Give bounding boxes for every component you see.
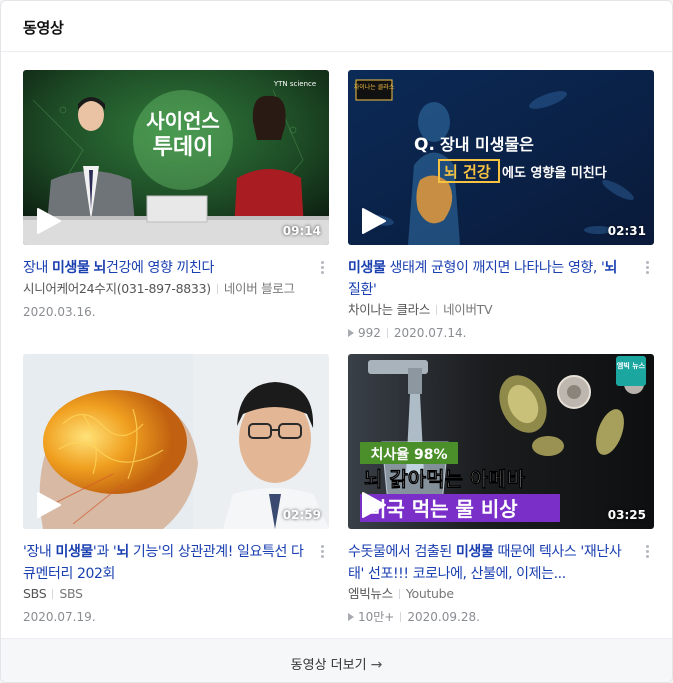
title-text: 생태계 균형이 깨지면 나타나는 영향, ' <box>385 260 605 276</box>
video-duration: 02:59 <box>282 508 321 522</box>
thumb-title-2: 투데이 <box>153 135 214 160</box>
title-text: 건강에 영향 끼친다 <box>106 260 214 276</box>
thumbnail-image <box>23 354 329 529</box>
thumb-title-1: 사이언스 <box>146 109 220 133</box>
thumb-rate: 치사율 98% <box>370 446 447 463</box>
section-title: 동영상 <box>23 19 64 37</box>
video-thumbnail[interactable]: 02:59 <box>23 354 329 529</box>
views-icon <box>348 329 354 337</box>
platform-name: 네이버 블로그 <box>223 281 295 296</box>
video-duration: 02:31 <box>607 224 646 238</box>
thumb-line-2: 에도 영향을 미친다 <box>502 165 607 181</box>
title-text: '장내 <box>23 544 56 560</box>
title-text: '과 ' <box>92 544 117 560</box>
uploader-name[interactable]: SBS <box>23 586 47 601</box>
video-meta: SBS SBS <box>23 584 83 604</box>
meta-divider <box>398 589 400 599</box>
play-icon <box>37 492 61 518</box>
thumb-badge: 차이나는 클라스 <box>354 83 395 91</box>
title-highlight: 뇌 <box>604 260 617 276</box>
video-stats: 10만+ 2020.09.28. <box>348 607 480 627</box>
view-count: 992 <box>358 326 381 340</box>
meta-divider <box>400 612 402 622</box>
video-date: 2020.09.28. <box>407 610 480 624</box>
play-icon <box>362 492 386 518</box>
title-text: 장내 <box>23 260 53 276</box>
video-date: 2020.07.19. <box>23 610 96 624</box>
title-highlight: 뇌 <box>116 544 129 560</box>
platform-name: Youtube <box>405 586 454 601</box>
platform-name: 네이버TV <box>443 302 493 317</box>
meta-divider <box>216 284 218 294</box>
video-thumbnail[interactable]: 차이나는 클라스 Q. 장내 미생물은 뇌 건강 에도 영향을 미친다 02:3… <box>348 70 654 245</box>
view-count: 10만+ <box>358 610 395 624</box>
video-duration: 09:14 <box>282 224 321 238</box>
more-options-icon[interactable] <box>317 544 327 560</box>
video-card: 엠빅 뉴스 치사율 98% 뇌 갉아먹는 아메바 미국 먹는 물 비상 03:2… <box>348 354 654 585</box>
title-highlight: 미생물 <box>455 544 494 560</box>
title-text: 수돗물에서 검출된 <box>348 544 456 560</box>
uploader-name[interactable]: 시니어케어24수지(031-897-8833) <box>23 281 211 296</box>
more-options-icon[interactable] <box>642 544 652 560</box>
meta-divider <box>436 305 438 315</box>
thumb-highlight: 뇌 건강 <box>444 163 491 181</box>
video-title[interactable]: 미생물 생태계 균형이 깨지면 나타나는 영향, '뇌 질환' <box>348 257 654 301</box>
arrow-right-icon: → <box>370 657 383 673</box>
views-icon <box>348 613 354 621</box>
meta-divider <box>386 328 388 338</box>
video-card: 사이언스 투데이 YTN science 09:14 장내 미생물 뇌건강에 영… <box>23 70 329 279</box>
thumbnail-image: 엠빅 뉴스 치사율 98% 뇌 갉아먹는 아메바 미국 먹는 물 비상 <box>348 354 654 529</box>
video-thumbnail[interactable]: 엠빅 뉴스 치사율 98% 뇌 갉아먹는 아메바 미국 먹는 물 비상 03:2… <box>348 354 654 529</box>
video-stats: 2020.03.16. <box>23 302 96 322</box>
title-highlight: 미생물 <box>348 260 386 276</box>
thumb-line-1: 뇌 갉아먹는 아메바 <box>364 467 526 491</box>
more-options-icon[interactable] <box>317 260 327 276</box>
video-meta: 엠빅뉴스 Youtube <box>348 584 454 604</box>
title-highlight: 미생물 <box>55 544 93 560</box>
uploader-name[interactable]: 차이나는 클라스 <box>348 302 430 317</box>
thumb-line-1: 장내 미생물은 <box>440 135 534 154</box>
section-header: 동영상 <box>1 1 672 52</box>
thumbnail-image: 사이언스 투데이 YTN science <box>23 70 329 245</box>
thumb-line-2: 미국 먹는 물 비상 <box>368 497 518 521</box>
video-duration: 03:25 <box>607 508 646 522</box>
more-videos-button[interactable]: 동영상 더보기 → <box>1 638 672 682</box>
title-highlight: 미생물 <box>52 260 90 276</box>
play-icon <box>362 208 386 234</box>
more-options-icon[interactable] <box>642 260 652 276</box>
title-highlight: 뇌 <box>93 260 107 276</box>
video-title[interactable]: 수돗물에서 검출된 미생물 때문에 텍사스 '재난사태' 선포!!! 코로나에,… <box>348 541 654 585</box>
video-stats: 2020.07.19. <box>23 607 96 627</box>
thumb-badge: 엠빅 뉴스 <box>617 361 646 370</box>
uploader-name[interactable]: 엠빅뉴스 <box>348 586 393 601</box>
video-card: 02:59 '장내 미생물'과 '뇌 기능'의 상관관계! 일요특선 다큐멘터리… <box>23 354 329 585</box>
platform-name: SBS <box>59 586 83 601</box>
video-meta: 차이나는 클라스 네이버TV <box>348 300 493 320</box>
video-stats: 992 2020.07.14. <box>348 323 466 343</box>
video-section: 동영상 사이언스 투데이 YTN science 09:14 장내 미생물 뇌건… <box>0 0 673 683</box>
video-title[interactable]: '장내 미생물'과 '뇌 기능'의 상관관계! 일요특선 다큐멘터리 202회 <box>23 541 329 585</box>
video-date: 2020.07.14. <box>393 326 467 340</box>
play-icon <box>37 208 61 234</box>
thumbnail-image: 차이나는 클라스 Q. 장내 미생물은 뇌 건강 에도 영향을 미친다 <box>348 70 654 245</box>
thumb-q: Q. <box>414 135 435 155</box>
thumb-logo: YTN science <box>273 80 316 88</box>
title-text: 질환' <box>348 282 377 298</box>
video-card: 차이나는 클라스 Q. 장내 미생물은 뇌 건강 에도 영향을 미친다 02:3… <box>348 70 654 301</box>
video-meta: 시니어케어24수지(031-897-8833) 네이버 블로그 <box>23 279 295 299</box>
meta-divider <box>52 589 54 599</box>
more-videos-label: 동영상 더보기 <box>290 658 367 673</box>
video-date: 2020.03.16. <box>23 305 96 319</box>
video-thumbnail[interactable]: 사이언스 투데이 YTN science 09:14 <box>23 70 329 245</box>
